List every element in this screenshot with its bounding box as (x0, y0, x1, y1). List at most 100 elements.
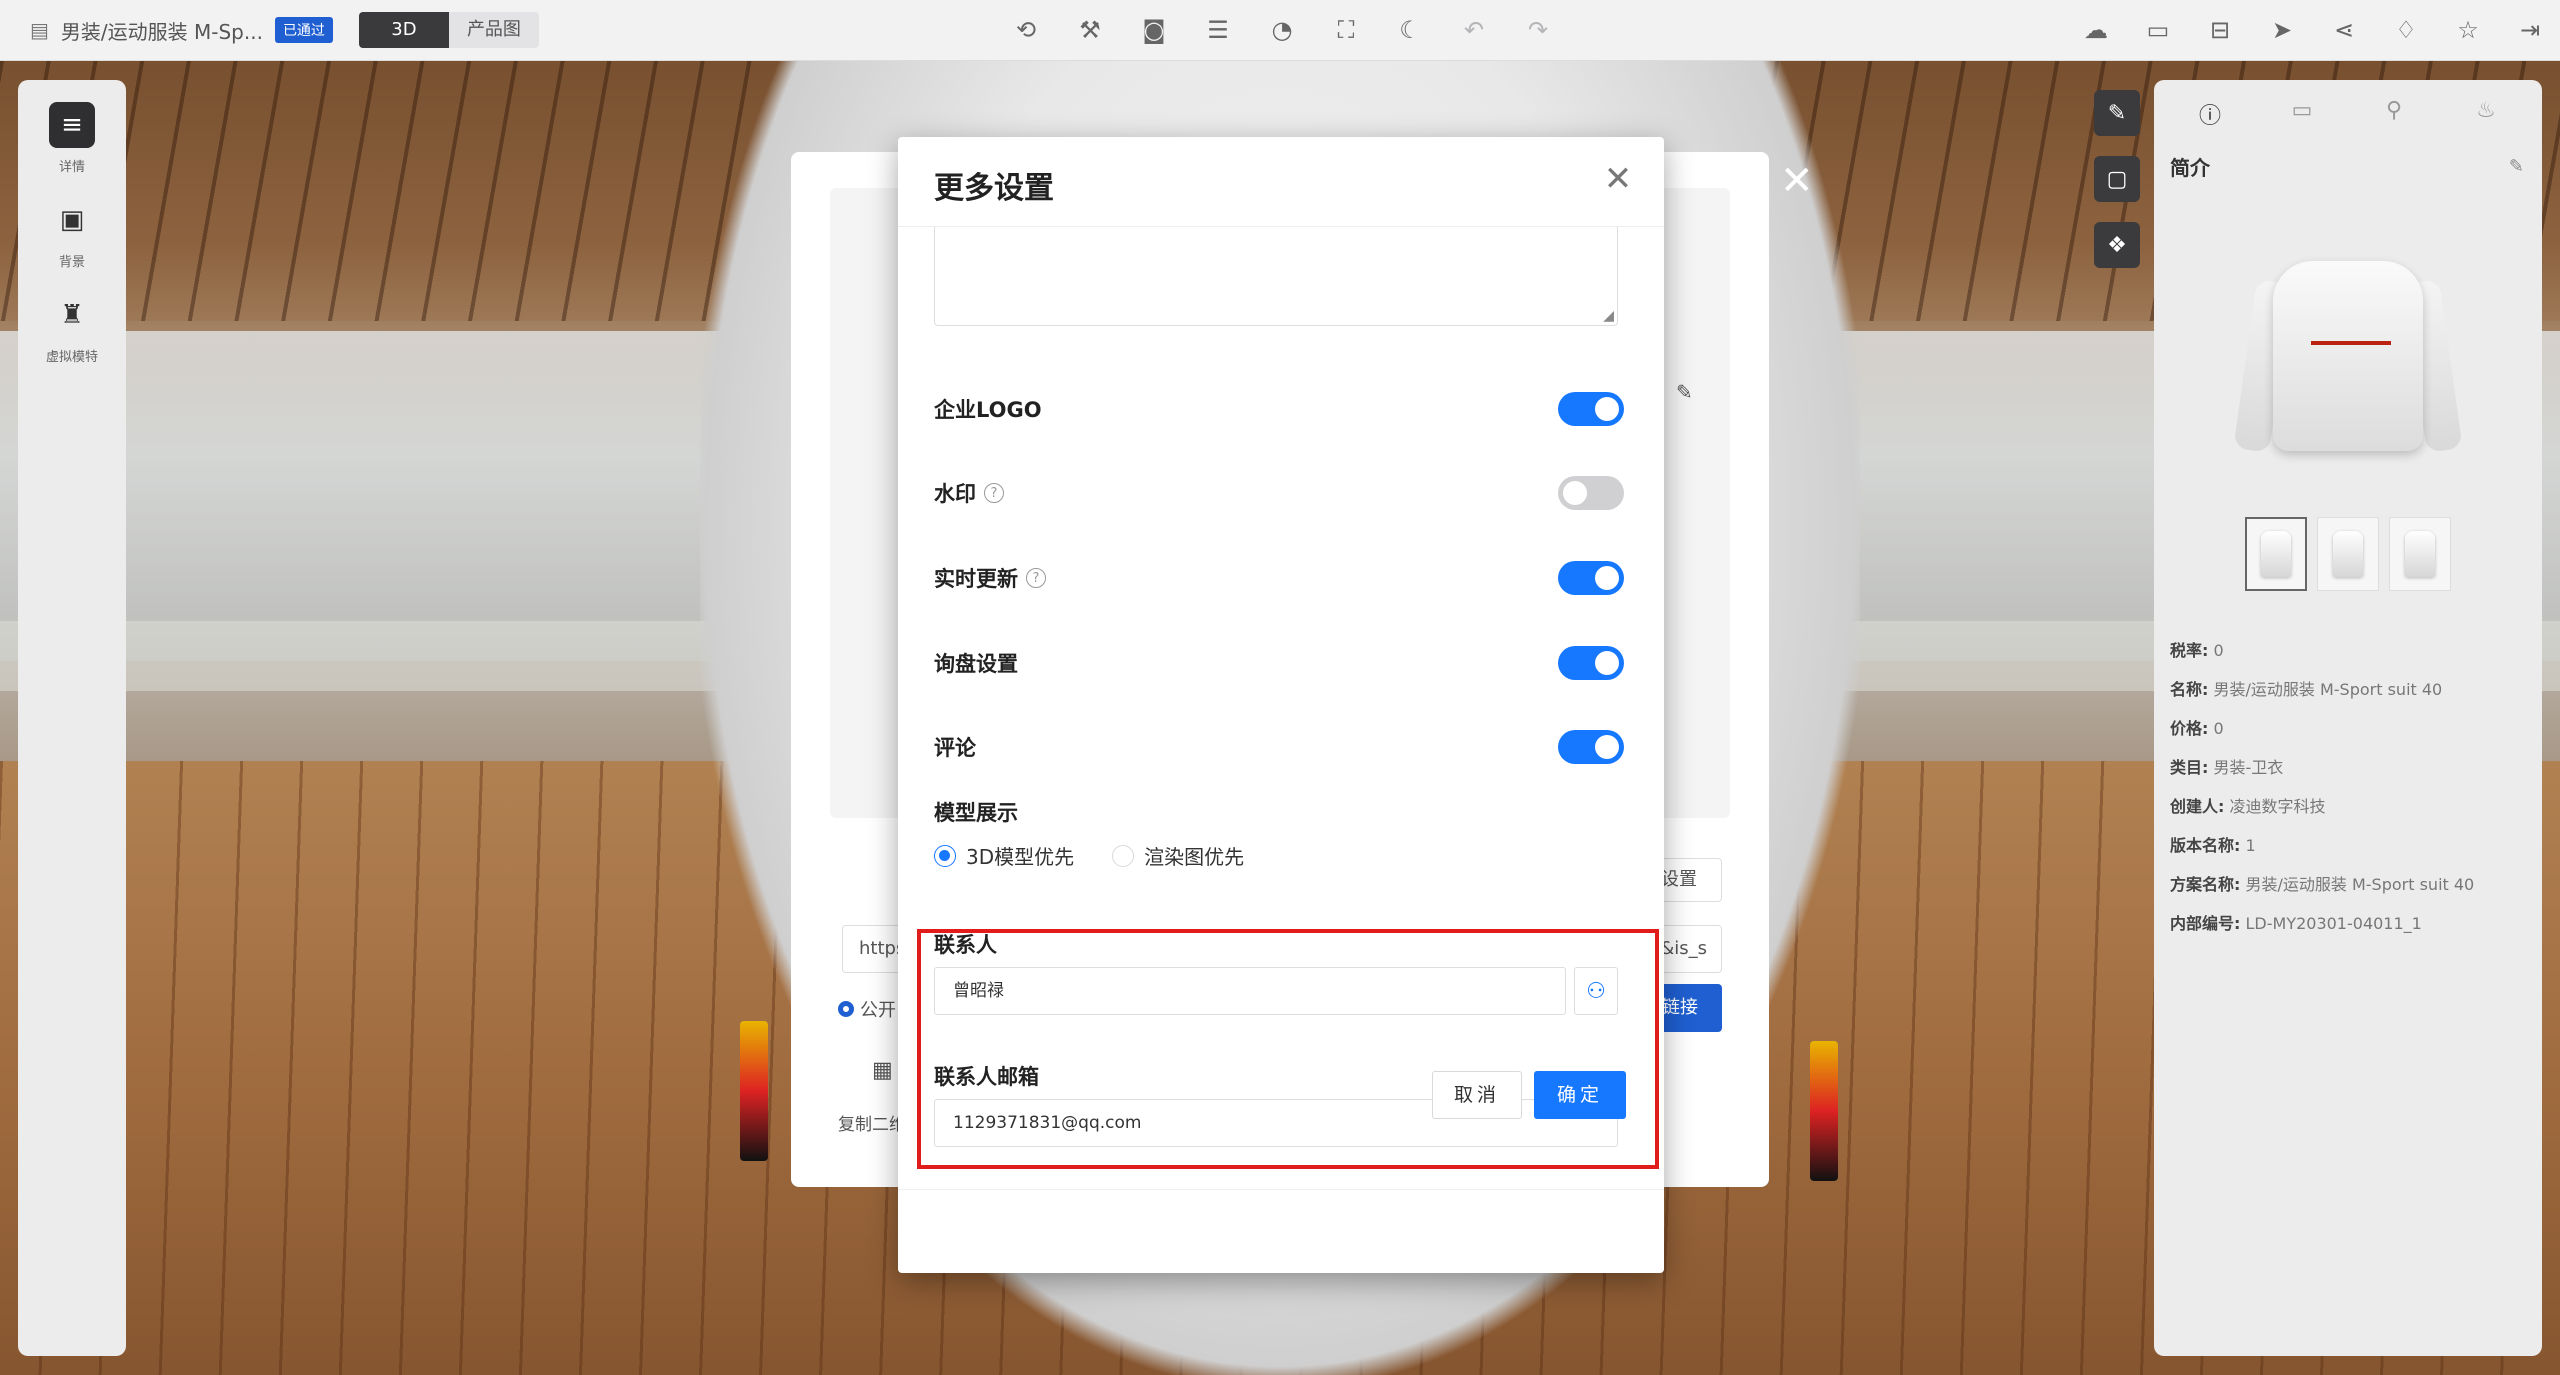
public-radio[interactable]: 公开 (838, 996, 896, 1022)
bell-icon[interactable]: ♢ (2390, 12, 2422, 48)
model-display-label: 模型展示 (934, 801, 1018, 825)
share-icon[interactable]: ⋖ (2328, 12, 2360, 48)
toolbar-right: ☁ ▭ ⊟ ➤ ⋖ ♢ ☆ ⇥ (2080, 12, 2546, 48)
qrcode-icon[interactable]: ▦ (872, 1058, 893, 1083)
pencil-icon[interactable]: ✎ (1676, 380, 1693, 404)
live-update-toggle[interactable] (1558, 561, 1624, 595)
undo-icon[interactable]: ↶ (1458, 12, 1490, 48)
public-label: 公开 (860, 1000, 896, 1021)
radio-dot (1112, 844, 1135, 867)
help-icon[interactable]: ? (984, 483, 1004, 503)
sleeve-stripe (1810, 1041, 1838, 1181)
preview-print (2311, 341, 2391, 401)
copy-qr-label[interactable]: 复制二维 (838, 1110, 906, 1135)
top-toolbar: ▤ 男装/运动服装 M-Sp... 已通过 3D 产品图 ⟲ ⚒ ◙ ☰ ◔ ⛶… (0, 0, 2560, 61)
document-title-area: ▤ 男装/运动服装 M-Sp... 已通过 (30, 16, 333, 45)
comments-toggle[interactable] (1558, 730, 1624, 764)
edit-icon[interactable]: ✎ (2509, 156, 2524, 177)
sidebar-item-background[interactable]: ▣ 背景 (18, 197, 126, 270)
info-row: 创建人: 凌迪数字科技 (2170, 797, 2326, 816)
info-row: 内部编号: LD-MY20301-04011_1 (2170, 914, 2422, 933)
cancel-button[interactable]: 取消 (1432, 1071, 1522, 1119)
fullscreen-icon[interactable]: ⛶ (1330, 12, 1362, 48)
left-sidebar: ≡ 详情 ▣ 背景 ♜ 虚拟模特 (18, 80, 126, 1356)
setting-label: 评论 (934, 736, 976, 760)
radio-label: 渲染图优先 (1144, 845, 1245, 869)
redo-icon[interactable]: ↷ (1522, 12, 1554, 48)
info-icon[interactable]: ⓘ (2190, 98, 2230, 130)
chart-icon[interactable]: ◔ (1266, 12, 1298, 48)
description-textarea[interactable]: ◢ (934, 227, 1618, 326)
tab-product-image[interactable]: 产品图 (449, 12, 539, 48)
sidebar-item-details[interactable]: ≡ 详情 (18, 102, 126, 175)
watermark-toggle[interactable] (1558, 476, 1624, 510)
viewport-tools: ✎ ▢ ❖ (2094, 90, 2140, 268)
info-row: 方案名称: 男装/运动服装 M-Sport suit 40 (2170, 875, 2475, 894)
thumbnail-strip (2154, 517, 2542, 591)
right-info-panel: ⓘ ▭ ⚲ ♨ 简介 ✎ 税率: 0 名称: 男装/运动服装 M-Sport s… (2154, 80, 2542, 1356)
logo-toggle[interactable] (1558, 392, 1624, 426)
eraser-icon[interactable]: ✎ (2094, 90, 2140, 136)
cloud-upload-icon[interactable]: ☁ (2080, 12, 2112, 48)
setting-comments: 评论 (934, 727, 1624, 767)
radio-label: 3D模型优先 (966, 845, 1075, 869)
info-tabs: ⓘ ▭ ⚲ ♨ (2154, 80, 2542, 130)
modal-header: 更多设置 ✕ (898, 137, 1664, 227)
inbox-icon[interactable]: ⊟ (2204, 12, 2236, 48)
sidebar-item-label: 详情 (58, 160, 85, 175)
info-header: 简介 ✎ (2154, 130, 2542, 181)
inquiry-toggle[interactable] (1558, 646, 1624, 680)
pin-icon[interactable]: ⚲ (2374, 98, 2414, 130)
setting-inquiry: 询盘设置 (934, 643, 1624, 683)
help-icon[interactable]: ? (1026, 568, 1046, 588)
info-row: 类目: 男装-卫衣 (2170, 758, 2284, 777)
toolbar-tools: ⟲ ⚒ ◙ ☰ ◔ ⛶ ☾ ↶ ↷ (1010, 12, 1554, 48)
thumbnail[interactable] (2245, 517, 2307, 591)
info-row: 名称: 男装/运动服装 M-Sport suit 40 (2170, 680, 2443, 699)
close-icon[interactable]: ✕ (1780, 158, 1814, 204)
materials-icon[interactable]: ❖ (2094, 222, 2140, 268)
reset-view-icon[interactable]: ⟲ (1010, 12, 1042, 48)
info-row: 价格: 0 (2170, 719, 2224, 738)
tab-3d[interactable]: 3D (358, 12, 449, 48)
info-list: 税率: 0 名称: 男装/运动服装 M-Sport suit 40 价格: 0 … (2154, 631, 2542, 943)
camera-icon[interactable]: ◙ (1138, 12, 1170, 48)
thumbnail[interactable] (2389, 517, 2451, 591)
night-mode-icon[interactable]: ☾ (1394, 12, 1426, 48)
video-icon[interactable]: ▭ (2142, 12, 2174, 48)
sidebar-item-label: 背景 (58, 255, 85, 270)
product-preview (2233, 241, 2463, 471)
info-row: 版本名称: 1 (2170, 836, 2256, 855)
setting-label: 实时更新? (934, 563, 1046, 593)
modal-footer (898, 1189, 1664, 1273)
setting-live-update: 实时更新? (934, 558, 1624, 598)
radio-3d-model-first[interactable]: 3D模型优先 (934, 841, 1074, 870)
mannequin-icon: ♜ (60, 300, 84, 330)
radio-checked-icon (838, 1001, 854, 1017)
confirm-button[interactable]: 确定 (1534, 1071, 1626, 1119)
save-icon[interactable]: ▢ (2094, 156, 2140, 202)
image-icon: ▣ (59, 205, 85, 235)
document-icon: ▤ (30, 18, 49, 42)
radio-render-first[interactable]: 渲染图优先 (1112, 841, 1244, 870)
thumbnail[interactable] (2317, 517, 2379, 591)
close-icon[interactable]: ✕ (1598, 159, 1638, 199)
comment-icon[interactable]: ▭ (2282, 98, 2322, 130)
resize-grip-icon[interactable]: ◢ (1603, 308, 1614, 324)
model-display-radio-group: 3D模型优先 渲染图优先 (934, 841, 1244, 870)
sidebar-item-virtual-model[interactable]: ♜ 虚拟模特 (18, 292, 126, 365)
document-title: 男装/运动服装 M-Sp... (60, 19, 263, 44)
status-badge: 已通过 (274, 17, 333, 43)
setting-watermark: 水印? (934, 473, 1624, 513)
drops-icon[interactable]: ♨ (2466, 98, 2506, 130)
setting-label: 询盘设置 (934, 652, 1018, 676)
star-icon[interactable]: ☆ (2452, 12, 2484, 48)
tools-icon[interactable]: ⚒ (1074, 12, 1106, 48)
info-title: 简介 (2170, 156, 2210, 180)
setting-label: 水印? (934, 478, 1004, 508)
sidebar-item-label: 虚拟模特 (45, 350, 98, 365)
modal-title: 更多设置 (934, 171, 1054, 206)
exit-icon[interactable]: ⇥ (2514, 12, 2546, 48)
send-icon[interactable]: ➤ (2266, 12, 2298, 48)
notes-icon[interactable]: ☰ (1202, 12, 1234, 48)
